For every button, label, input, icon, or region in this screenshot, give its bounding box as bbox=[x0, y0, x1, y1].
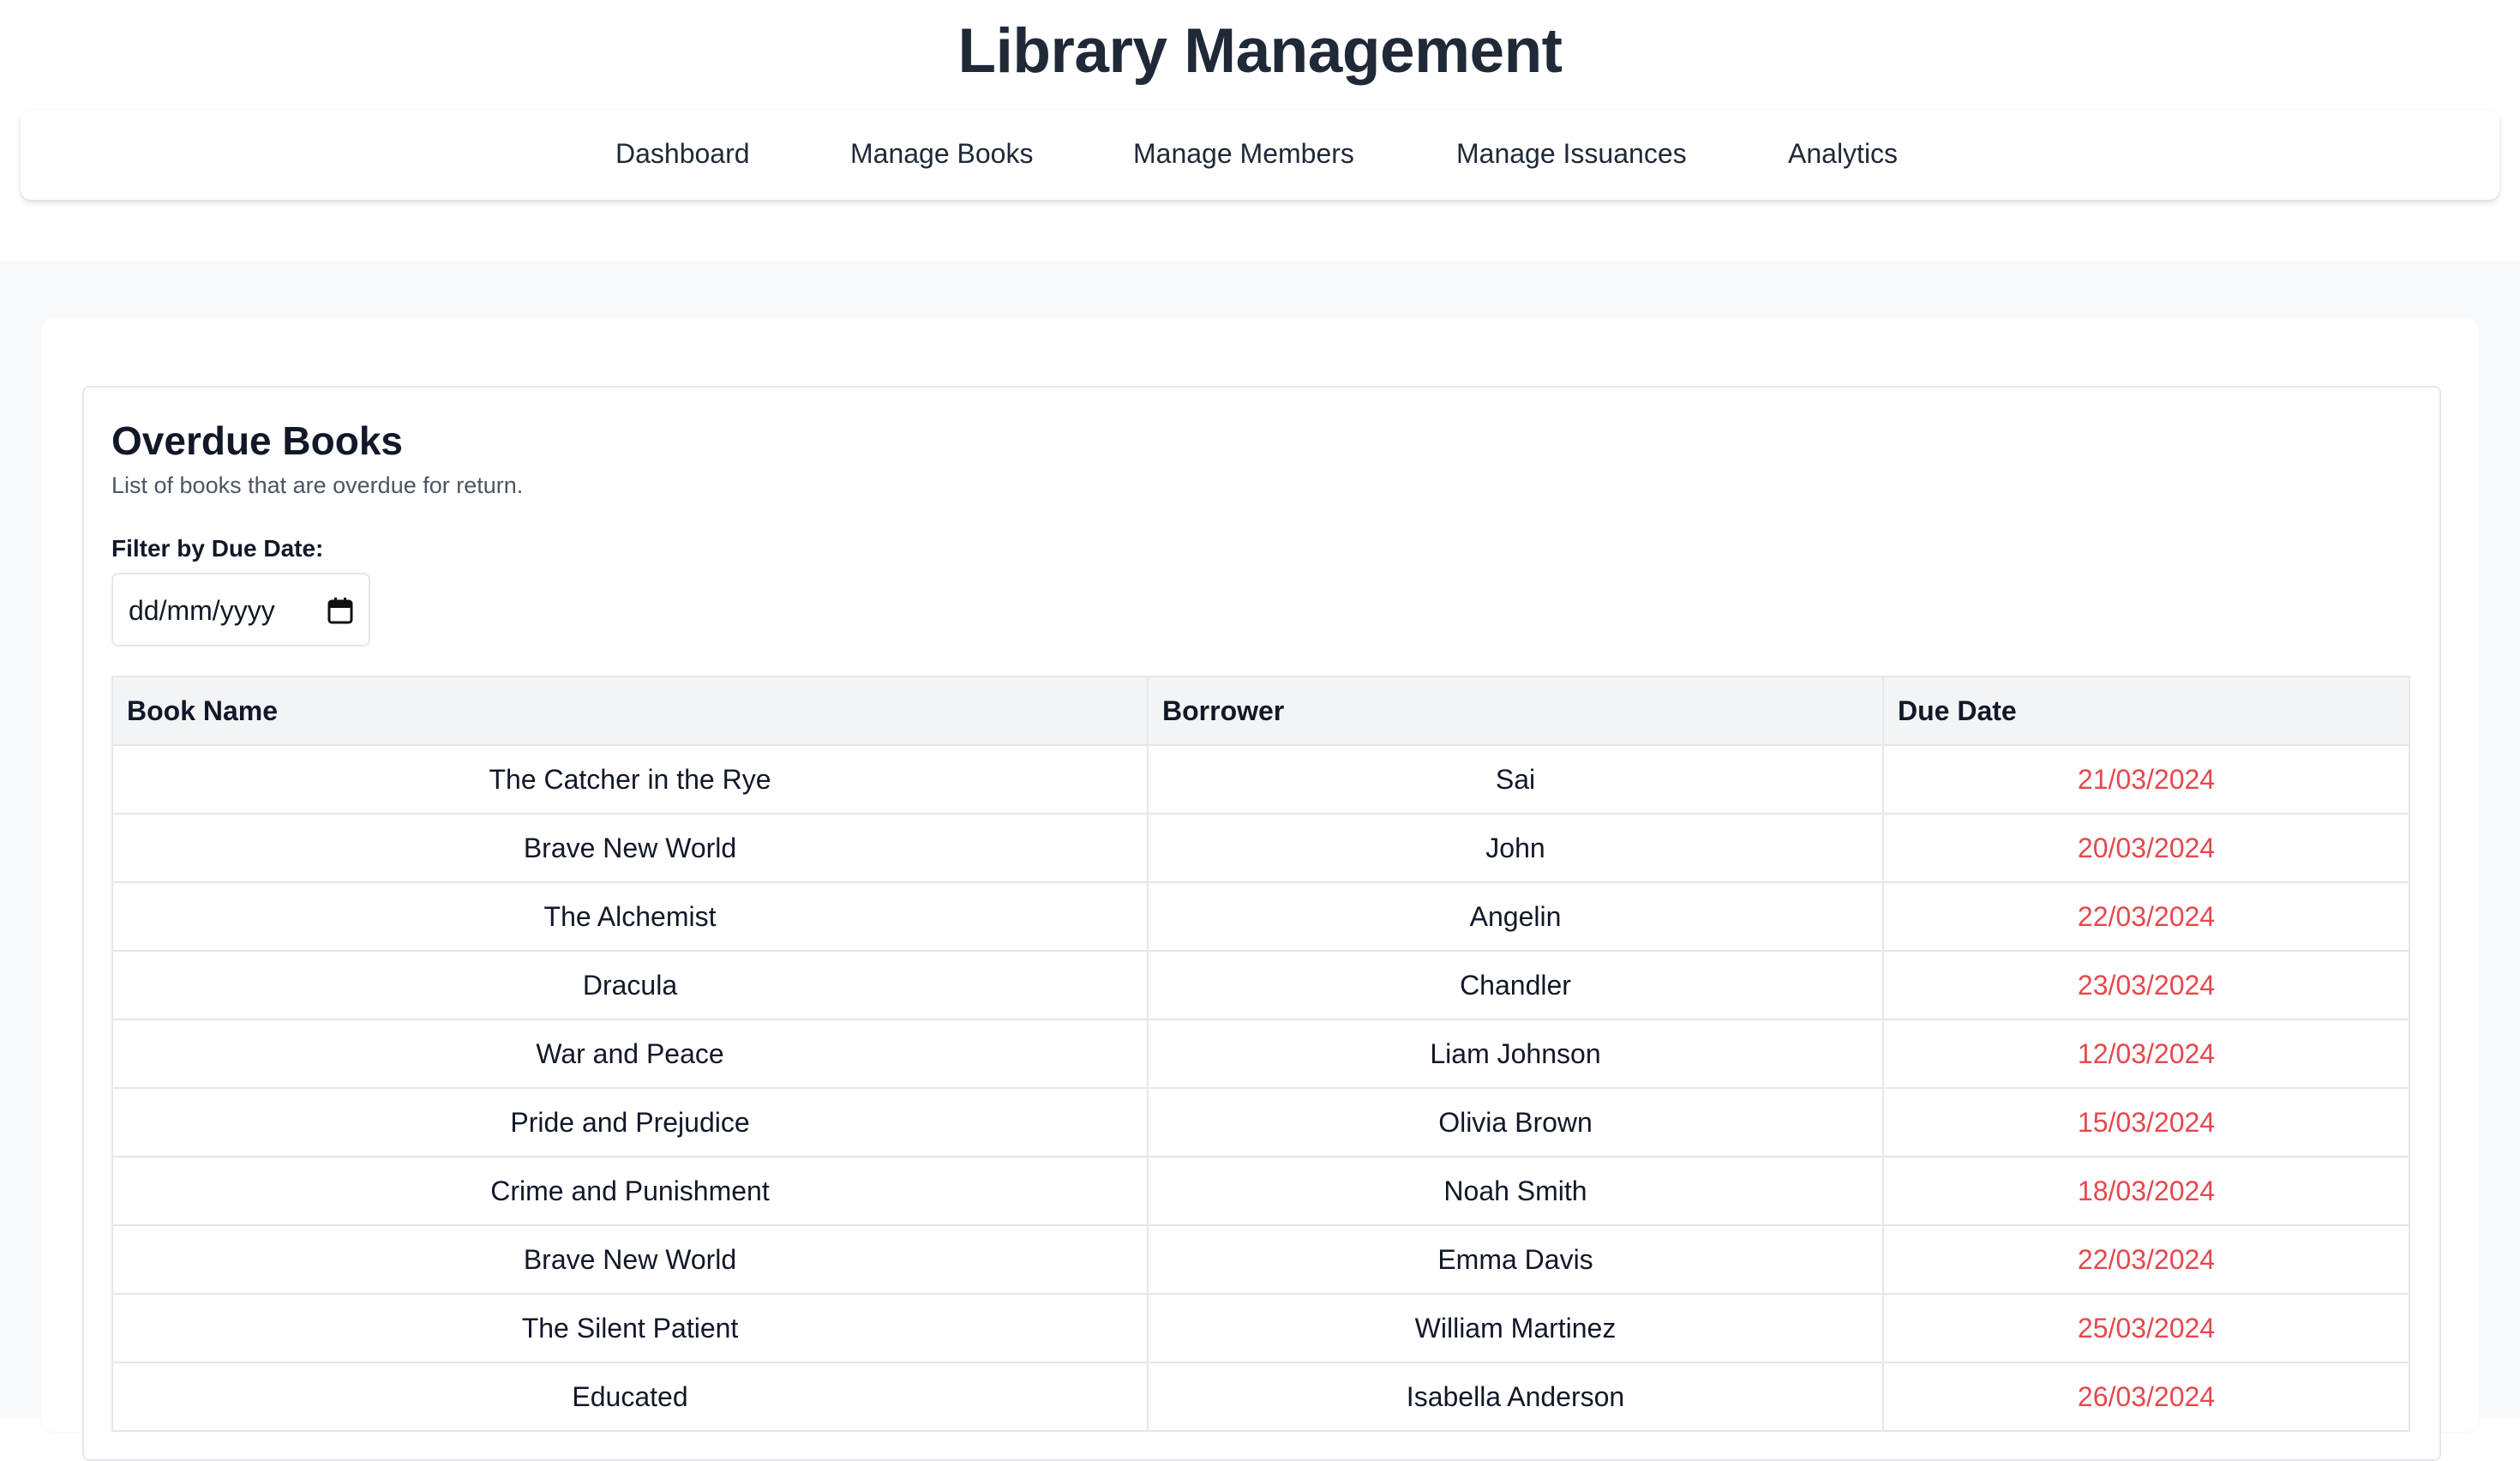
cell-book-name: The Catcher in the Rye bbox=[111, 744, 1149, 815]
table-row: The Alchemist Angelin 22/03/2024 bbox=[111, 881, 2410, 952]
cell-due-date: 12/03/2024 bbox=[1882, 1019, 2410, 1089]
cell-book-name: War and Peace bbox=[111, 1019, 1149, 1089]
cell-book-name: Educated bbox=[111, 1362, 1149, 1432]
cell-book-name: Pride and Prejudice bbox=[111, 1087, 1149, 1157]
cell-book-name: Brave New World bbox=[111, 1224, 1149, 1295]
cell-book-name: Brave New World bbox=[111, 813, 1149, 883]
cell-due-date: 21/03/2024 bbox=[1882, 744, 2410, 815]
date-input-placeholder: dd/mm/yyyy bbox=[129, 595, 275, 626]
cell-borrower: William Martinez bbox=[1147, 1293, 1884, 1363]
cell-book-name: The Silent Patient bbox=[111, 1293, 1149, 1363]
calendar-icon[interactable] bbox=[327, 597, 353, 624]
column-header-borrower: Borrower bbox=[1147, 676, 1884, 746]
table-row: Crime and Punishment Noah Smith 18/03/20… bbox=[111, 1156, 2410, 1226]
cell-borrower: Liam Johnson bbox=[1147, 1019, 1884, 1089]
cell-due-date: 26/03/2024 bbox=[1882, 1362, 2410, 1432]
table-row: The Catcher in the Rye Sai 21/03/2024 bbox=[111, 744, 2410, 815]
cell-borrower: Angelin bbox=[1147, 881, 1884, 952]
table-row: Dracula Chandler 23/03/2024 bbox=[111, 950, 2410, 1020]
cell-borrower: Olivia Brown bbox=[1147, 1087, 1884, 1157]
table-row: The Silent Patient William Martinez 25/0… bbox=[111, 1293, 2410, 1363]
table-row: Brave New World John 20/03/2024 bbox=[111, 813, 2410, 883]
cell-due-date: 18/03/2024 bbox=[1882, 1156, 2410, 1226]
nav-item-dashboard[interactable]: Dashboard bbox=[615, 110, 750, 200]
cell-book-name: Crime and Punishment bbox=[111, 1156, 1149, 1226]
top-navbar: Dashboard Manage Books Manage Members Ma… bbox=[21, 110, 2499, 200]
cell-book-name: The Alchemist bbox=[111, 881, 1149, 952]
cell-borrower: Noah Smith bbox=[1147, 1156, 1884, 1226]
overdue-books-table: Book Name Borrower Due Date The Catcher … bbox=[111, 676, 2410, 1432]
table-row: War and Peace Liam Johnson 12/03/2024 bbox=[111, 1019, 2410, 1089]
table-header-row: Book Name Borrower Due Date bbox=[111, 676, 2410, 746]
section-subtitle: List of books that are overdue for retur… bbox=[111, 472, 524, 498]
nav-item-manage-issuances[interactable]: Manage Issuances bbox=[1456, 110, 1687, 200]
app-title: Library Management bbox=[957, 16, 1563, 86]
table-row: Brave New World Emma Davis 22/03/2024 bbox=[111, 1224, 2410, 1295]
column-header-due-date: Due Date bbox=[1882, 676, 2410, 746]
table-row: Pride and Prejudice Olivia Brown 15/03/2… bbox=[111, 1087, 2410, 1157]
cell-borrower: Emma Davis bbox=[1147, 1224, 1884, 1295]
cell-due-date: 25/03/2024 bbox=[1882, 1293, 2410, 1363]
section-title: Overdue Books bbox=[111, 418, 403, 463]
due-date-filter-input[interactable]: dd/mm/yyyy bbox=[111, 573, 370, 646]
cell-due-date: 22/03/2024 bbox=[1882, 881, 2410, 952]
nav-item-manage-books[interactable]: Manage Books bbox=[850, 110, 1033, 200]
cell-borrower: Chandler bbox=[1147, 950, 1884, 1020]
cell-due-date: 15/03/2024 bbox=[1882, 1087, 2410, 1157]
cell-due-date: 23/03/2024 bbox=[1882, 950, 2410, 1020]
cell-due-date: 22/03/2024 bbox=[1882, 1224, 2410, 1295]
column-header-book-name: Book Name bbox=[111, 676, 1149, 746]
nav-item-manage-members[interactable]: Manage Members bbox=[1133, 110, 1354, 200]
cell-borrower: Sai bbox=[1147, 744, 1884, 815]
cell-borrower: Isabella Anderson bbox=[1147, 1362, 1884, 1432]
filter-label: Filter by Due Date: bbox=[111, 535, 324, 562]
cell-borrower: John bbox=[1147, 813, 1884, 883]
cell-due-date: 20/03/2024 bbox=[1882, 813, 2410, 883]
table-row: Educated Isabella Anderson 26/03/2024 bbox=[111, 1362, 2410, 1432]
cell-book-name: Dracula bbox=[111, 950, 1149, 1020]
nav-item-analytics[interactable]: Analytics bbox=[1788, 110, 1898, 200]
